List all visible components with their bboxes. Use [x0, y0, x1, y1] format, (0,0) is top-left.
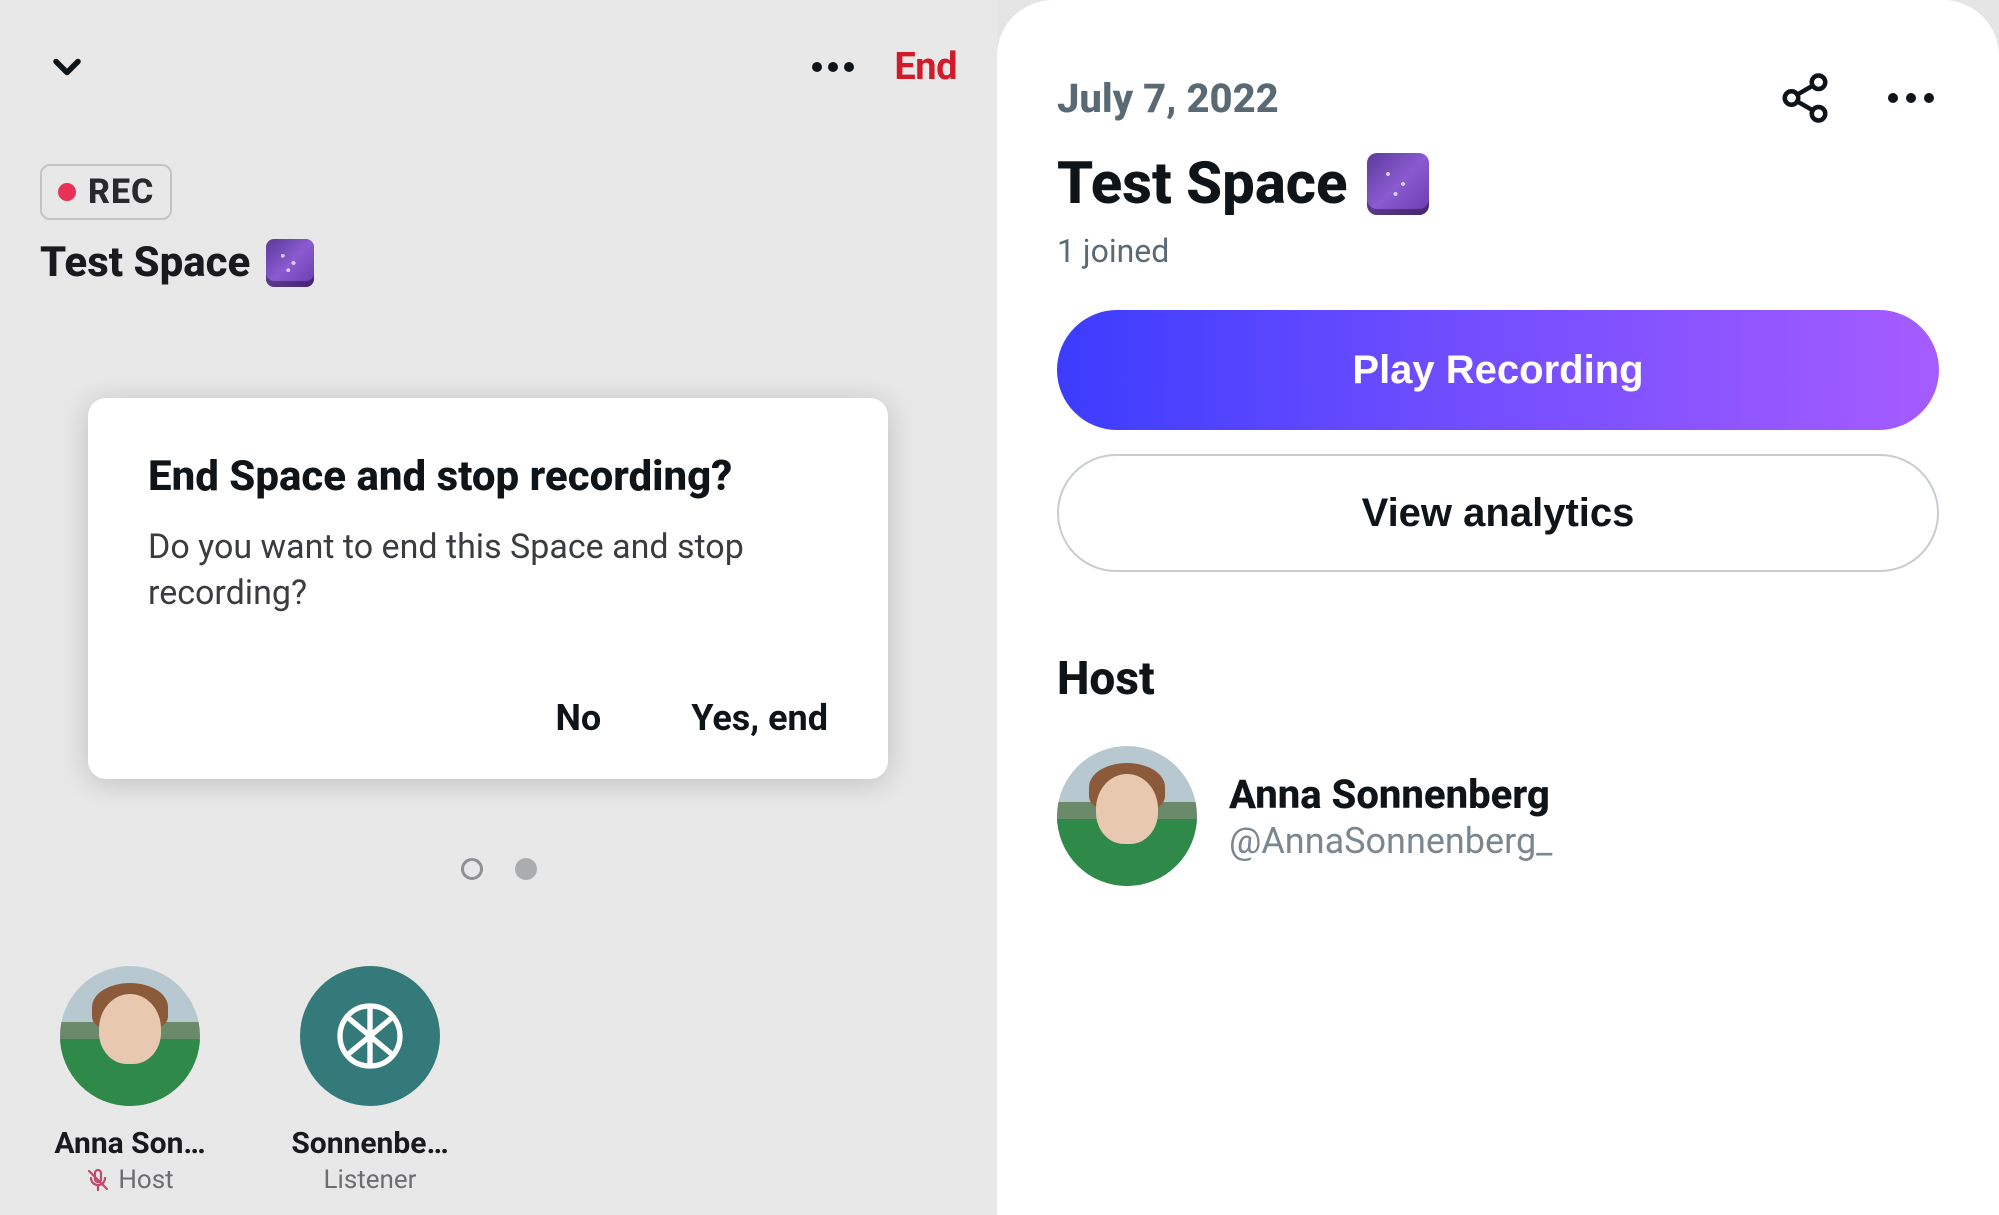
space-date: July 7, 2022 [1057, 75, 1279, 122]
galaxy-emoji-icon [266, 239, 314, 287]
galaxy-emoji-icon [1367, 153, 1429, 215]
dialog-no-button[interactable]: No [555, 697, 601, 739]
summary-header: July 7, 2022 [1057, 70, 1939, 126]
participant-host[interactable]: Anna Son… Host [40, 966, 220, 1195]
avatar [60, 966, 200, 1106]
participant-role-text: Host [118, 1165, 173, 1195]
space-title-text: Test Space [1057, 150, 1347, 218]
recording-label: REC [88, 172, 154, 212]
recording-dot-icon [58, 183, 76, 201]
participants-list: Anna Son… Host S [40, 966, 460, 1195]
dialog-body: Do you want to end this Space and stop r… [148, 525, 828, 617]
topbar-actions: End [812, 45, 957, 89]
pagination-dots [0, 858, 997, 880]
participant-role: Listener [324, 1165, 417, 1195]
host-avatar [1057, 746, 1197, 886]
host-name: Anna Sonnenberg [1229, 771, 1552, 818]
space-summary-panel: July 7, 2022 Test Space 1 joined Play Re… [997, 0, 1999, 1215]
space-title: Test Space [1057, 150, 1939, 218]
joined-count: 1 joined [1057, 232, 1939, 270]
participant-name: Sonnenbe… [291, 1126, 448, 1161]
host-section-title: Host [1057, 652, 1939, 706]
more-options-icon[interactable] [812, 62, 854, 72]
participant-role-text: Listener [324, 1165, 417, 1195]
share-icon[interactable] [1777, 70, 1833, 126]
space-topbar: End [0, 0, 997, 94]
end-space-button[interactable]: End [894, 45, 957, 89]
page-dot-0[interactable] [461, 858, 483, 880]
participant-role: Host [86, 1165, 173, 1195]
space-title: Test Space [40, 238, 997, 287]
collapse-chevron-icon[interactable] [40, 40, 94, 94]
mic-muted-icon [86, 1168, 110, 1192]
host-row[interactable]: Anna Sonnenberg @AnnaSonnenberg_ [1057, 746, 1939, 886]
host-info: Anna Sonnenberg @AnnaSonnenberg_ [1229, 771, 1552, 862]
recording-badge: REC [40, 164, 172, 220]
dialog-title: End Space and stop recording? [148, 452, 828, 501]
dialog-actions: No Yes, end [148, 697, 828, 739]
avatar [300, 966, 440, 1106]
space-title-text: Test Space [40, 238, 250, 287]
page-dot-1[interactable] [515, 858, 537, 880]
more-options-icon[interactable] [1883, 70, 1939, 126]
summary-actions: Play Recording View analytics [1057, 310, 1939, 572]
play-recording-button[interactable]: Play Recording [1057, 310, 1939, 430]
host-handle: @AnnaSonnenberg_ [1229, 820, 1552, 862]
end-space-dialog: End Space and stop recording? Do you wan… [88, 398, 888, 779]
summary-header-actions [1777, 70, 1939, 126]
participant-name: Anna Son… [54, 1126, 205, 1161]
participant-listener[interactable]: Sonnenbe… Listener [280, 966, 460, 1195]
view-analytics-button[interactable]: View analytics [1057, 454, 1939, 572]
dialog-yes-button[interactable]: Yes, end [691, 697, 828, 739]
space-live-panel: End REC Test Space Anna Son… [0, 0, 997, 1215]
